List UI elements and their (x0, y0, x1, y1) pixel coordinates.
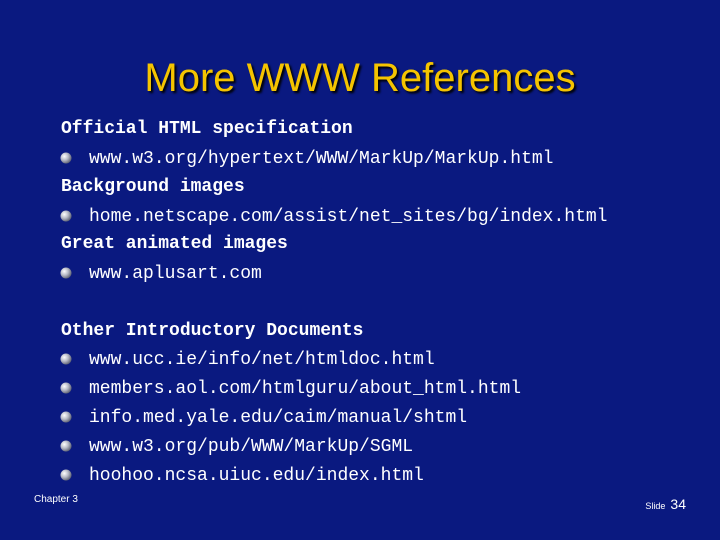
section-heading: Background images (61, 177, 245, 197)
sphere-bullet-icon (60, 152, 72, 164)
reference-link[interactable]: info.med.yale.edu/caim/manual/shtml (89, 405, 467, 431)
reference-link[interactable]: www.w3.org/hypertext/WWW/MarkUp/MarkUp.h… (89, 146, 553, 172)
reference-link[interactable]: www.aplusart.com (89, 261, 262, 287)
sphere-bullet-icon (60, 469, 72, 481)
slide-title: More WWW References (144, 56, 576, 100)
sphere-bullet-icon (60, 210, 72, 222)
sphere-bullet-icon (60, 267, 72, 279)
sphere-bullet-icon (60, 411, 72, 423)
slide-number: 34 (670, 496, 686, 512)
sphere-bullet-icon (60, 440, 72, 452)
reference-link[interactable]: www.w3.org/pub/WWW/MarkUp/SGML (89, 434, 413, 460)
slide-word: Slide (645, 501, 666, 511)
sphere-bullet-icon (60, 382, 72, 394)
reference-link[interactable]: home.netscape.com/assist/net_sites/bg/in… (89, 204, 607, 230)
section-heading: Great animated images (61, 234, 288, 254)
slide-number-label: Slide 34 (645, 496, 686, 514)
reference-link[interactable]: hoohoo.ncsa.uiuc.edu/index.html (89, 463, 424, 489)
section-heading: Official HTML specification (61, 119, 353, 139)
section-heading: Other Introductory Documents (61, 321, 364, 341)
reference-link[interactable]: members.aol.com/htmlguru/about_html.html (89, 376, 521, 402)
chapter-label: Chapter 3 (34, 494, 78, 505)
reference-link[interactable]: www.ucc.ie/info/net/htmldoc.html (89, 347, 435, 373)
sphere-bullet-icon (60, 353, 72, 365)
